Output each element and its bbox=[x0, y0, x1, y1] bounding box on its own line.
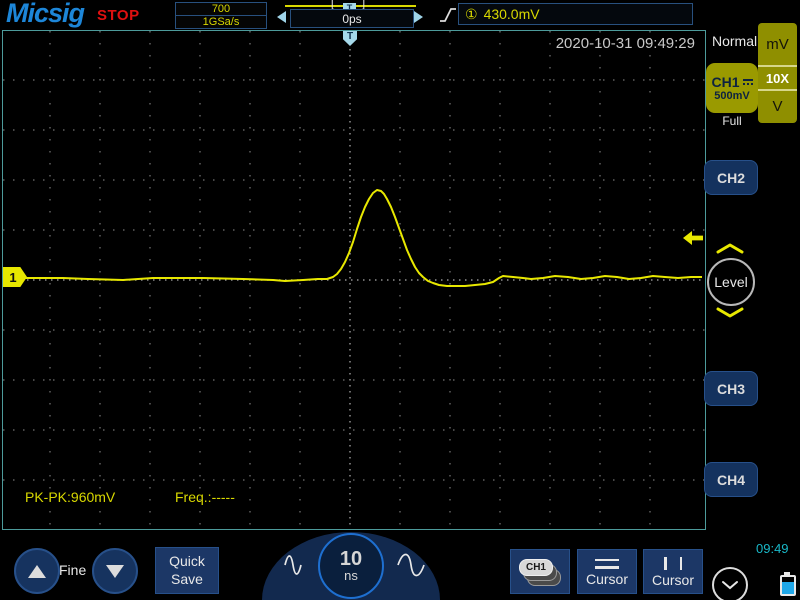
ch2-button[interactable]: CH2 bbox=[704, 160, 758, 195]
horizontal-cursor-icon bbox=[595, 558, 619, 569]
horizontal-position-value: 0ps bbox=[342, 11, 362, 26]
trigger-level-box[interactable]: ① 430.0mV bbox=[458, 3, 693, 25]
level-up-chevron[interactable] bbox=[716, 243, 744, 254]
vertical-unit-column: mV 10X V bbox=[758, 23, 797, 123]
collapse-menu-button[interactable] bbox=[712, 567, 748, 600]
timebase-value: 10 bbox=[339, 547, 363, 570]
waveform-canvas bbox=[3, 31, 705, 529]
waveform-display[interactable]: 2020-10-31 09:49:29 T 1 PK-PK:960mV Freq… bbox=[2, 30, 706, 530]
fine-adjust-up-button[interactable] bbox=[14, 548, 60, 594]
triangle-up-icon bbox=[28, 564, 46, 578]
chevron-down-icon bbox=[722, 581, 738, 590]
ch1-button[interactable]: CH1 500mV bbox=[706, 63, 758, 113]
datetime: 2020-10-31 09:49:29 bbox=[555, 35, 695, 52]
timebase-expand-icon[interactable] bbox=[396, 553, 426, 577]
measurement-pkpk: PK-PK:960mV bbox=[25, 489, 116, 505]
acquisition-info-box[interactable]: 700 1GSa/s bbox=[175, 2, 267, 29]
dc-coupling-icon bbox=[742, 79, 753, 85]
timebase-value-knob[interactable]: 10 ns bbox=[318, 533, 384, 599]
timebase-compress-icon[interactable] bbox=[283, 553, 303, 577]
fine-adjust-down-button[interactable] bbox=[92, 548, 138, 594]
quick-save-button[interactable]: Quick Save bbox=[155, 547, 219, 594]
probe-attenuation-button[interactable]: 10X bbox=[758, 65, 797, 91]
trigger-level-value: 430.0mV bbox=[483, 6, 540, 22]
vertical-cursor-icon bbox=[664, 557, 682, 570]
trigger-frames-value: 700 bbox=[176, 3, 266, 16]
channel-stack-icon: CH1 bbox=[518, 558, 562, 586]
vertical-cursor-button[interactable]: Cursor bbox=[643, 549, 703, 594]
unit-mv-button[interactable]: mV bbox=[758, 23, 797, 65]
sample-rate-value: 1GSa/s bbox=[202, 15, 240, 28]
ch4-button[interactable]: CH4 bbox=[704, 462, 758, 497]
hpos-right-arrow[interactable] bbox=[414, 11, 423, 23]
trigger-level-knob[interactable]: Level bbox=[707, 258, 755, 306]
horizontal-position-box[interactable]: 0ps bbox=[290, 9, 414, 28]
trigger-source-icon: ① bbox=[465, 5, 478, 22]
battery-icon bbox=[780, 572, 796, 596]
clock: 09:49 bbox=[756, 541, 789, 556]
channel-select-button[interactable]: CH1 bbox=[510, 549, 570, 594]
fine-label: Fine bbox=[59, 562, 87, 578]
horizontal-cursor-button[interactable]: Cursor bbox=[577, 549, 637, 594]
ch3-button[interactable]: CH3 bbox=[704, 371, 758, 406]
timebase-unit: ns bbox=[344, 567, 358, 583]
ch1-bandwidth-label: Full bbox=[722, 114, 742, 128]
trigger-slope-icon[interactable] bbox=[439, 4, 457, 26]
hpos-left-arrow[interactable] bbox=[277, 11, 286, 23]
measurement-freq: Freq.:----- bbox=[175, 489, 235, 505]
unit-v-button[interactable]: V bbox=[758, 91, 797, 123]
ch1-scale-value: 500mV bbox=[714, 90, 750, 102]
brand-logo: Micsig bbox=[6, 0, 85, 28]
acquisition-status[interactable]: STOP bbox=[97, 7, 140, 24]
ch1-label: CH1 bbox=[711, 74, 740, 90]
triangle-down-icon bbox=[106, 564, 124, 578]
trigger-mode-label: Normal bbox=[712, 33, 758, 49]
level-down-chevron[interactable] bbox=[716, 307, 744, 318]
oscilloscope-screen: Micsig STOP 700 1GSa/s [ ] T 0ps ① 430.0… bbox=[0, 0, 800, 600]
